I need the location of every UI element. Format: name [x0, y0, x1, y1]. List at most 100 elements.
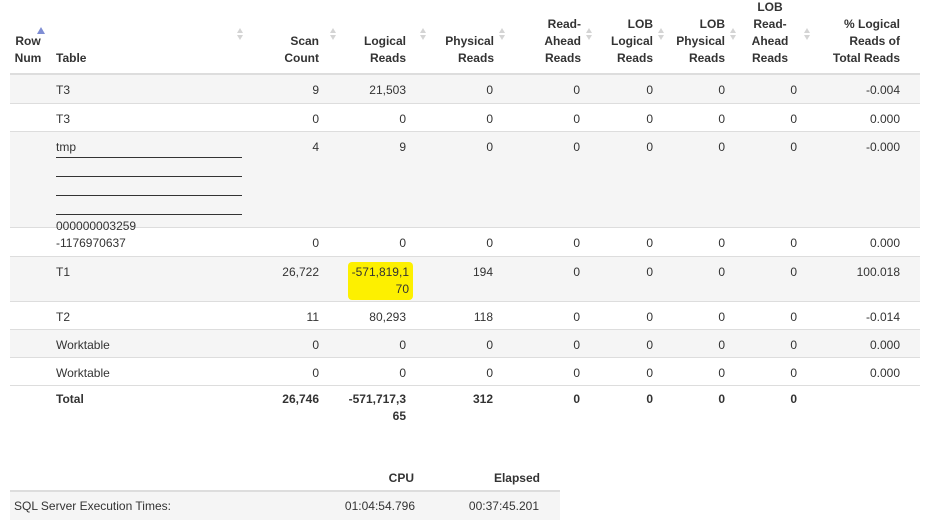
- cell-scan-count: 26,746: [282, 392, 319, 406]
- header-physical-reads[interactable]: Physical Reads: [430, 33, 494, 67]
- cell-lob-physical: 0: [718, 236, 725, 250]
- table-row: T1 26,722 -571,819,1 70 194 0 0 0 0 100.…: [10, 257, 920, 302]
- cell-lob-read-ahead: 0: [790, 140, 797, 154]
- cell-table: tmp 000000003259: [56, 139, 242, 235]
- cell-logical-reads: 80,293: [369, 310, 406, 324]
- cell-physical-reads: 0: [486, 236, 493, 250]
- cell-lob-read-ahead: 0: [790, 366, 797, 380]
- cell-lob-physical: 0: [718, 366, 725, 380]
- cell-pct-logical: 0.000: [869, 366, 900, 380]
- cell-read-ahead: 0: [573, 392, 580, 406]
- table-row: T3 9 21,503 0 0 0 0 0 -0.004: [10, 75, 920, 104]
- cell-physical-reads: 0: [486, 338, 493, 352]
- header-pct-logical[interactable]: % Logical Reads of Total Reads: [816, 16, 900, 67]
- cell-table: T3: [56, 83, 71, 97]
- cell-read-ahead: 0: [573, 112, 580, 126]
- cell-read-ahead: 0: [573, 265, 580, 279]
- sort-icon[interactable]: [586, 26, 593, 41]
- header-lob-read-ahead[interactable]: LOB Read- Ahead Reads: [744, 0, 796, 67]
- cell-pct-logical: 0.000: [869, 338, 900, 352]
- cell-lob-read-ahead: 0: [790, 265, 797, 279]
- cell-logical-reads: 0: [399, 112, 406, 126]
- cell-lob-read-ahead: 0: [790, 83, 797, 97]
- header-scan-count[interactable]: Scan Count: [250, 33, 319, 67]
- table-row: Worktable 0 0 0 0 0 0 0 0.000: [10, 358, 920, 386]
- cell-lob-read-ahead: 0: [790, 392, 797, 406]
- cell-logical-reads: 0: [399, 236, 406, 250]
- elapsed-time: 00:37:45.201: [468, 499, 539, 513]
- header-table[interactable]: Table: [56, 50, 86, 67]
- cell-lob-physical: 0: [718, 112, 725, 126]
- cell-pct-logical: 0.000: [869, 236, 900, 250]
- cell-table: Worktable: [56, 338, 110, 352]
- cell-logical-reads: -571,819,1 70: [340, 262, 413, 300]
- cell-pct-logical: 0.000: [869, 112, 900, 126]
- cell-scan-count: 4: [312, 140, 319, 154]
- cell-lob-read-ahead: 0: [790, 338, 797, 352]
- header-read-ahead[interactable]: Read- Ahead Reads: [518, 16, 581, 67]
- sort-icon[interactable]: [658, 26, 665, 41]
- header-cpu: CPU: [388, 471, 414, 485]
- cpu-time: 01:04:54.796: [344, 499, 415, 513]
- cell-lob-logical: 0: [646, 140, 653, 154]
- cell-logical-reads: 21,503: [369, 83, 406, 97]
- header-lob-logical[interactable]: LOB Logical Reads: [600, 16, 653, 67]
- cell-physical-reads: 194: [472, 265, 493, 279]
- cell-pct-logical: -0.000: [865, 140, 900, 154]
- cell-table: T3: [56, 112, 71, 126]
- execution-times-row: SQL Server Execution Times: 01:04:54.796…: [10, 492, 560, 520]
- cell-logical-reads: 0: [399, 338, 406, 352]
- total-row: Total 26,746 -571,717,3 65 312 0 0 0 0: [10, 386, 920, 431]
- cell-physical-reads: 0: [486, 83, 493, 97]
- cell-lob-physical: 0: [718, 265, 725, 279]
- cell-lob-logical: 0: [646, 112, 653, 126]
- sort-icon[interactable]: [237, 26, 244, 41]
- cell-lob-physical: 0: [718, 392, 725, 406]
- header-elapsed: Elapsed: [493, 471, 540, 485]
- sort-icon[interactable]: [804, 26, 811, 41]
- cell-lob-logical: 0: [646, 265, 653, 279]
- table-header: Row Num Table Scan Count Logical Reads P…: [10, 0, 920, 75]
- cell-pct-logical: -0.014: [865, 310, 900, 324]
- cell-read-ahead: 0: [573, 338, 580, 352]
- cell-physical-reads: 0: [486, 112, 493, 126]
- cell-lob-read-ahead: 0: [790, 112, 797, 126]
- cell-read-ahead: 0: [573, 310, 580, 324]
- cell-logical-reads: -571,717,3 65: [348, 392, 406, 423]
- sort-icon[interactable]: [499, 26, 506, 41]
- cell-scan-count: 11: [306, 310, 319, 324]
- sort-icon[interactable]: [730, 26, 737, 41]
- cell-lob-logical: 0: [646, 366, 653, 380]
- sort-icon[interactable]: [330, 26, 337, 41]
- cell-pct-logical: -0.004: [865, 83, 900, 97]
- cell-lob-physical: 0: [718, 140, 725, 154]
- cell-lob-logical: 0: [646, 236, 653, 250]
- header-row-num[interactable]: Row Num: [10, 33, 46, 67]
- cell-logical-reads: 0: [399, 366, 406, 380]
- execution-times-table: CPU Elapsed SQL Server Execution Times: …: [10, 462, 560, 520]
- cell-lob-read-ahead: 0: [790, 310, 797, 324]
- header-lob-physical[interactable]: LOB Physical Reads: [670, 16, 725, 67]
- cell-pct-logical: 100.018: [856, 265, 900, 279]
- cell-table: T1: [56, 265, 71, 279]
- header-logical-reads[interactable]: Logical Reads: [340, 33, 406, 67]
- cell-scan-count: 0: [312, 236, 319, 250]
- cell-table: -1176970637: [56, 236, 126, 250]
- table-row: T3 0 0 0 0 0 0 0 0.000: [10, 104, 920, 132]
- highlight-marker: -571,819,1 70: [347, 262, 413, 300]
- io-statistics-table: Row Num Table Scan Count Logical Reads P…: [10, 0, 920, 431]
- cell-physical-reads: 0: [486, 366, 493, 380]
- cell-physical-reads: 312: [472, 392, 493, 406]
- cell-table: Worktable: [56, 366, 110, 380]
- sort-icon[interactable]: [420, 26, 427, 41]
- cell-read-ahead: 0: [573, 83, 580, 97]
- cell-table: T2: [56, 310, 71, 324]
- cell-logical-reads: 9: [399, 140, 406, 154]
- cell-scan-count: 0: [312, 338, 319, 352]
- cell-lob-logical: 0: [646, 83, 653, 97]
- cell-scan-count: 26,722: [282, 265, 319, 279]
- cell-lob-physical: 0: [718, 83, 725, 97]
- table-row: tmp 000000003259 4 9 0 0 0 0 0 -0.000: [10, 132, 920, 233]
- cell-scan-count: 0: [312, 366, 319, 380]
- sort-ascending-icon[interactable]: [37, 27, 45, 34]
